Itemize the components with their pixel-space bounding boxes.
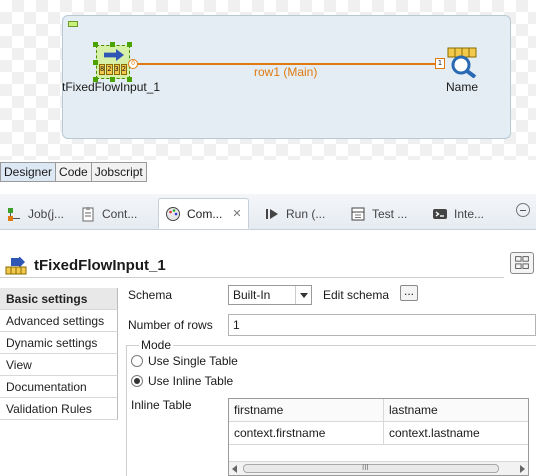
inline-table[interactable]: firstname lastname context.firstname con… bbox=[228, 398, 529, 476]
column-header[interactable]: lastname bbox=[384, 399, 528, 421]
link-end-marker: 1 bbox=[435, 58, 445, 69]
component-header: tFixedFlowInput_1 bbox=[0, 252, 504, 278]
nav-basic-settings[interactable]: Basic settings bbox=[0, 288, 118, 310]
job-icon bbox=[8, 207, 20, 221]
tfixedflowinput-component-icon[interactable]: 8 2 3 2 bbox=[96, 45, 130, 79]
layout-toggle-icon[interactable] bbox=[510, 252, 534, 274]
edit-schema-label: Edit schema bbox=[323, 288, 390, 302]
schema-select[interactable]: Built-In bbox=[228, 285, 312, 305]
close-icon[interactable]: ✕ bbox=[232, 207, 241, 220]
tab-jobscript[interactable]: Jobscript bbox=[91, 162, 147, 182]
tab-label: Com... bbox=[187, 206, 223, 221]
radio-label: Use Single Table bbox=[148, 354, 238, 368]
radio-button-checked[interactable] bbox=[131, 375, 143, 387]
digit: 3 bbox=[113, 64, 120, 75]
link-label[interactable]: row1 (Main) bbox=[254, 65, 317, 79]
tab-contexts[interactable]: Cont... bbox=[74, 198, 143, 229]
table-row[interactable]: context.firstname context.lastname bbox=[229, 422, 528, 445]
nav-dynamic-settings[interactable]: Dynamic settings bbox=[0, 332, 118, 354]
tab-job[interactable]: Job(j... bbox=[0, 198, 70, 229]
table-header-row: firstname lastname bbox=[229, 399, 528, 422]
column-header[interactable]: firstname bbox=[229, 399, 384, 421]
settings-nav: Basic settings Advanced settings Dynamic… bbox=[0, 288, 118, 420]
digits-icon: 8 2 3 2 bbox=[99, 64, 127, 75]
source-component-label[interactable]: tFixedFlowInput_1 bbox=[62, 80, 160, 94]
nav-advanced-settings[interactable]: Advanced settings bbox=[0, 310, 118, 332]
radio-single-table[interactable]: Use Single Table bbox=[131, 354, 238, 368]
rows-label: Number of rows bbox=[128, 318, 213, 332]
tab-designer[interactable]: Designer bbox=[0, 162, 57, 182]
radio-label: Use Inline Table bbox=[148, 374, 234, 388]
component-icon bbox=[166, 206, 180, 221]
selection-handle[interactable] bbox=[127, 42, 132, 47]
tab-run[interactable]: Run (... bbox=[258, 198, 331, 229]
interpreter-icon bbox=[433, 208, 447, 219]
schema-label: Schema bbox=[128, 288, 173, 302]
contexts-icon bbox=[82, 206, 94, 221]
table-cell[interactable]: context.firstname bbox=[229, 422, 384, 444]
tab-interpreter[interactable]: Inte... bbox=[426, 198, 490, 229]
tfixedflowinput-icon bbox=[5, 257, 27, 275]
horizontal-scrollbar[interactable]: III bbox=[229, 461, 528, 475]
link-start-marker: 0 bbox=[128, 59, 138, 69]
digit: 2 bbox=[120, 64, 127, 75]
nav-view[interactable]: View bbox=[0, 354, 118, 376]
tab-label: Run (... bbox=[286, 206, 326, 221]
tab-label: Job(j... bbox=[28, 206, 65, 221]
inline-table-label: Inline Table bbox=[131, 398, 192, 412]
selection-handle[interactable] bbox=[93, 42, 98, 47]
radio-inline-table[interactable]: Use Inline Table bbox=[131, 374, 233, 388]
scroll-thumb[interactable]: III bbox=[243, 463, 499, 473]
tab-label: Test ... bbox=[372, 206, 408, 221]
scroll-grip: III bbox=[362, 463, 369, 472]
editor-tabs: Designer Code Jobscript bbox=[0, 162, 147, 182]
selection-handle[interactable] bbox=[110, 42, 115, 47]
radio-button[interactable] bbox=[131, 355, 143, 367]
basic-settings-form: Schema Built-In Edit schema ... Number o… bbox=[118, 282, 536, 476]
subjob-collapse-handle[interactable] bbox=[68, 21, 78, 27]
tab-code[interactable]: Code bbox=[56, 162, 92, 182]
edit-schema-button[interactable]: ... bbox=[400, 285, 418, 301]
mode-legend: Mode bbox=[139, 338, 174, 352]
test-icon bbox=[351, 207, 365, 220]
nav-validation-rules[interactable]: Validation Rules bbox=[0, 398, 118, 420]
scroll-left-icon[interactable] bbox=[232, 465, 237, 473]
designer-canvas[interactable]: 8 2 3 2 0 1 row1 (Main) tFixedFlowInput_… bbox=[0, 0, 536, 160]
target-component-label[interactable]: Name bbox=[446, 80, 478, 94]
tab-label: Inte... bbox=[454, 206, 485, 221]
selection-handle[interactable] bbox=[93, 60, 98, 65]
tlogrow-magnifier-icon[interactable] bbox=[446, 46, 478, 78]
table-cell[interactable]: context.lastname bbox=[384, 422, 528, 444]
scroll-right-icon[interactable] bbox=[520, 465, 525, 473]
number-of-rows-input[interactable]: 1 bbox=[228, 314, 536, 336]
chevron-down-icon[interactable] bbox=[295, 286, 311, 304]
view-tabs-bar: Job(j... Cont... Com... ✕ Run (... Test … bbox=[0, 194, 536, 230]
minimize-icon[interactable] bbox=[516, 203, 530, 217]
schema-value: Built-In bbox=[233, 288, 271, 302]
nav-documentation[interactable]: Documentation bbox=[0, 376, 118, 398]
component-title: tFixedFlowInput_1 bbox=[34, 257, 166, 274]
arrow-icon bbox=[104, 49, 124, 61]
digit: 2 bbox=[106, 64, 113, 75]
run-icon bbox=[266, 208, 278, 219]
tab-label: Cont... bbox=[102, 206, 138, 221]
tab-component[interactable]: Com... ✕ bbox=[158, 198, 249, 229]
digit: 8 bbox=[99, 64, 106, 75]
tab-test[interactable]: Test ... bbox=[344, 198, 413, 229]
